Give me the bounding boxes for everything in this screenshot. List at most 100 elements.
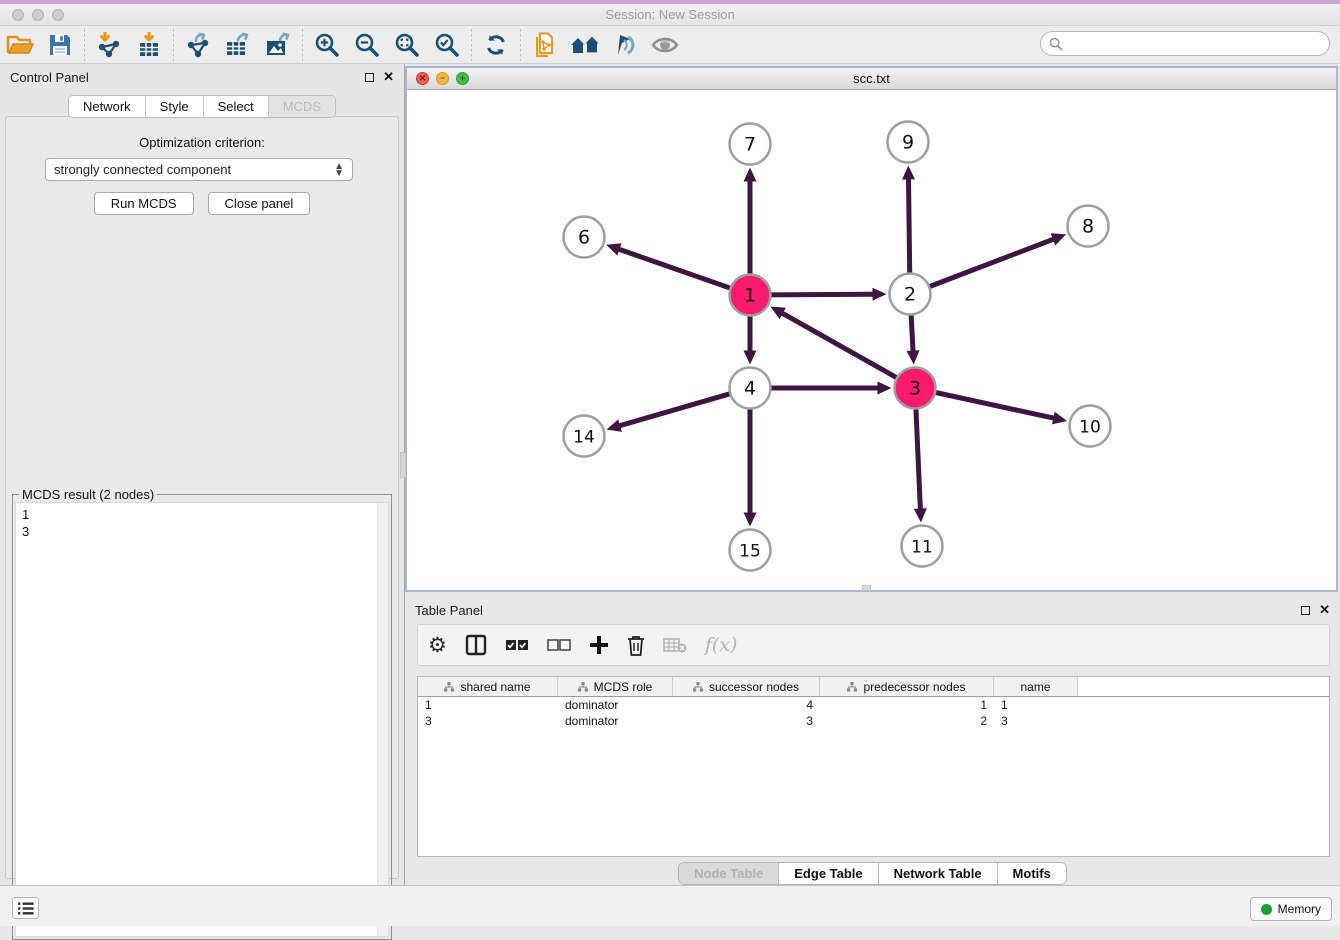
column-header-MCDS-role[interactable]: MCDS role	[558, 677, 673, 696]
network-graph[interactable]: 7968124314101511	[407, 90, 1336, 590]
columns-icon	[465, 634, 487, 656]
apply-function-button[interactable]: f(x)	[705, 634, 738, 656]
edge-3-11[interactable]	[916, 404, 921, 510]
tab-select[interactable]: Select	[203, 96, 268, 117]
column-header-successor-nodes[interactable]: successor nodes	[673, 677, 820, 696]
shared-column-icon	[444, 682, 454, 692]
clone-network-button[interactable]	[528, 28, 562, 62]
edge-4-14[interactable]	[618, 393, 734, 427]
toolbar-separator	[471, 29, 472, 61]
show-columns-button[interactable]	[465, 634, 487, 656]
table-cell[interactable]: 4	[673, 698, 820, 712]
status-bar: Memory	[0, 885, 1340, 926]
export-network-icon	[184, 32, 212, 58]
table-cell[interactable]: 3	[994, 714, 1078, 728]
import-table-button[interactable]	[132, 28, 166, 62]
tab-network-table[interactable]: Network Table	[878, 863, 997, 884]
node-table[interactable]: shared nameMCDS rolesuccessor nodesprede…	[417, 676, 1330, 857]
table-settings-button[interactable]: ⚙	[428, 635, 447, 656]
node-label-6: 6	[578, 227, 590, 249]
network-window-titlebar[interactable]: ✕ − + scc.txt	[407, 68, 1336, 90]
table-cell[interactable]: 3	[673, 714, 820, 728]
table-cell[interactable]: 1	[418, 698, 558, 712]
select-all-columns-button[interactable]	[505, 639, 529, 651]
export-image-button[interactable]	[261, 28, 295, 62]
edge-2-3[interactable]	[911, 310, 913, 352]
tab-motifs[interactable]: Motifs	[997, 863, 1066, 884]
table-cell[interactable]: 3	[418, 714, 558, 728]
close-panel-icon[interactable]: ✕	[383, 72, 394, 82]
edge-1-6[interactable]	[618, 249, 735, 290]
open-session-button[interactable]	[3, 28, 37, 62]
unselect-all-columns-button[interactable]	[547, 639, 571, 651]
result-scrollbar[interactable]	[377, 503, 388, 936]
search-input[interactable]	[1040, 31, 1330, 56]
node-label-1: 1	[744, 285, 756, 307]
network-canvas[interactable]: 7968124314101511	[407, 90, 1336, 590]
trash-icon	[627, 635, 645, 656]
tab-style[interactable]: Style	[145, 96, 203, 117]
optimization-criterion-dropdown[interactable]: strongly connected component ▲▼	[45, 158, 353, 181]
zoom-fit-button[interactable]	[390, 28, 424, 62]
hide-panel-button[interactable]	[648, 28, 682, 62]
table-cell[interactable]: 1	[820, 698, 994, 712]
optimization-criterion-label: Optimization criterion:	[0, 135, 404, 150]
run-mcds-button[interactable]: Run MCDS	[94, 192, 194, 215]
main-toolbar	[0, 26, 1340, 64]
table-row[interactable]: 3dominator323	[418, 713, 1329, 729]
import-network-button[interactable]	[92, 28, 126, 62]
float-table-panel-icon[interactable]	[1301, 606, 1310, 615]
add-row-button[interactable]	[589, 635, 609, 655]
network-scroll-handle[interactable]	[862, 585, 871, 591]
shared-column-icon	[693, 682, 703, 692]
table-cell[interactable]: dominator	[558, 714, 673, 728]
save-icon	[48, 33, 72, 57]
edge-1-2[interactable]	[766, 294, 874, 295]
home-button[interactable]	[568, 28, 602, 62]
zoom-in-button[interactable]	[310, 28, 344, 62]
node-label-11: 11	[911, 538, 933, 558]
table-cell[interactable]: dominator	[558, 698, 673, 712]
annotations-button[interactable]	[608, 28, 642, 62]
table-row[interactable]: 1dominator411	[418, 697, 1329, 713]
tab-network[interactable]: Network	[69, 96, 145, 117]
task-history-button[interactable]	[12, 897, 39, 919]
mcds-result-textarea[interactable]: 1 3	[15, 502, 389, 937]
control-panel-header: Control Panel ✕	[0, 64, 404, 90]
tab-node-table[interactable]: Node Table	[679, 863, 778, 884]
table-cell[interactable]: 2	[820, 714, 994, 728]
edge-3-10[interactable]	[931, 392, 1055, 419]
zoom-out-button[interactable]	[350, 28, 384, 62]
splitpane-handle[interactable]	[400, 452, 406, 478]
float-panel-icon[interactable]	[365, 73, 374, 82]
column-header-name[interactable]: name	[994, 677, 1078, 696]
save-session-button[interactable]	[43, 28, 77, 62]
edge-arrowhead	[878, 382, 892, 395]
delete-row-button[interactable]	[627, 635, 645, 656]
edge-3-1[interactable]	[781, 312, 901, 379]
node-label-2: 2	[904, 284, 916, 306]
edge-2-9[interactable]	[908, 177, 909, 277]
close-panel-button[interactable]: Close panel	[208, 192, 311, 215]
delete-table-button[interactable]	[663, 636, 687, 654]
unchecked-boxes-icon	[547, 639, 571, 651]
edge-arrowhead	[607, 419, 622, 431]
export-network-button[interactable]	[181, 28, 215, 62]
tab-edge-table[interactable]: Edge Table	[778, 863, 877, 884]
search-icon	[1049, 37, 1063, 51]
node-label-8: 8	[1082, 216, 1094, 238]
column-header-predecessor-nodes[interactable]: predecessor nodes	[820, 677, 994, 696]
table-cell[interactable]: 1	[994, 698, 1078, 712]
edge-2-8[interactable]	[925, 239, 1054, 288]
edge-arrowhead	[744, 168, 757, 182]
tab-mcds[interactable]: MCDS	[268, 96, 335, 117]
export-table-button[interactable]	[221, 28, 255, 62]
node-label-10: 10	[1079, 418, 1101, 438]
memory-button[interactable]: Memory	[1250, 897, 1332, 921]
refresh-view-button[interactable]	[479, 28, 513, 62]
memory-label: Memory	[1278, 902, 1321, 916]
zoom-selected-button[interactable]	[430, 28, 464, 62]
close-table-panel-icon[interactable]: ✕	[1319, 605, 1330, 615]
table-body: 1dominator4113dominator323	[418, 697, 1329, 729]
column-header-shared-name[interactable]: shared name	[418, 677, 558, 696]
